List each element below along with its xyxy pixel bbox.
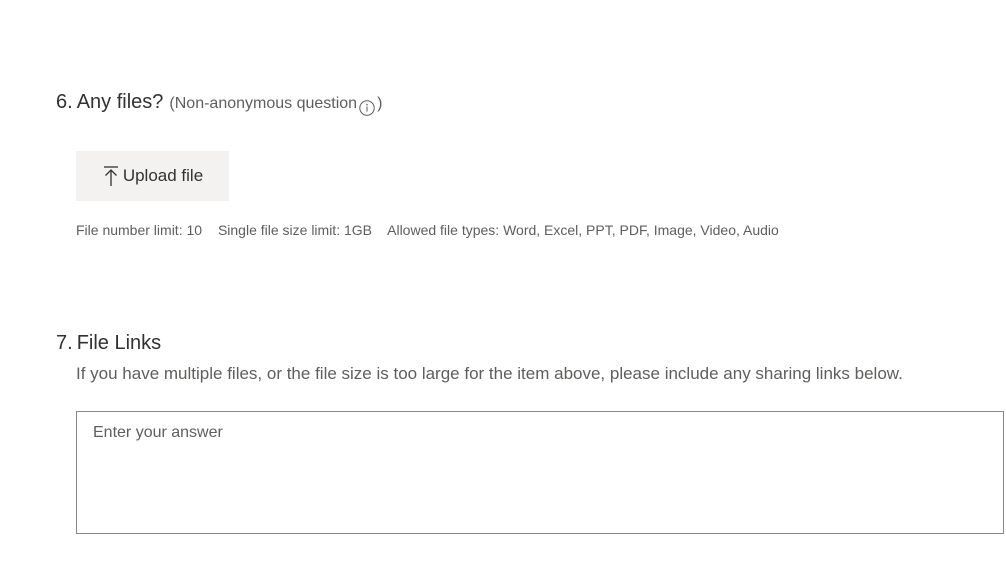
file-limits: File number limit: 10 Single file size l… (76, 222, 791, 238)
upload-icon (102, 165, 120, 187)
question-6-title-row: 6. Any files? (Non-anonymous question ) (56, 88, 382, 118)
question-7-number: 7. (56, 332, 73, 354)
non-anonymous-note-text: (Non-anonymous question (169, 95, 358, 112)
question-7-subtitle: If you have multiple files, or the file … (76, 364, 903, 383)
upload-file-button[interactable]: Upload file (76, 151, 229, 201)
question-6-title: Any files? (76, 91, 164, 113)
upload-file-label: Upload file (122, 166, 204, 185)
question-7-title-row: 7. File Links (56, 329, 161, 357)
non-anonymous-note-close: ) (377, 95, 383, 112)
file-links-answer-input[interactable] (76, 411, 1004, 534)
non-anonymous-note: (Non-anonymous question ) (169, 90, 382, 118)
file-number-limit: File number limit: 10 (76, 222, 203, 238)
question-7-title: File Links (76, 332, 162, 354)
question-6: 6. Any files? (Non-anonymous question ) … (56, 88, 779, 238)
question-7: 7. File Links If you have multiple files… (56, 329, 1004, 534)
file-size-limit: Single file size limit: 1GB (217, 222, 372, 238)
question-6-number: 6. (56, 91, 73, 113)
info-icon[interactable] (359, 98, 375, 116)
allowed-file-types: Allowed file types: Word, Excel, PPT, PD… (387, 222, 779, 238)
